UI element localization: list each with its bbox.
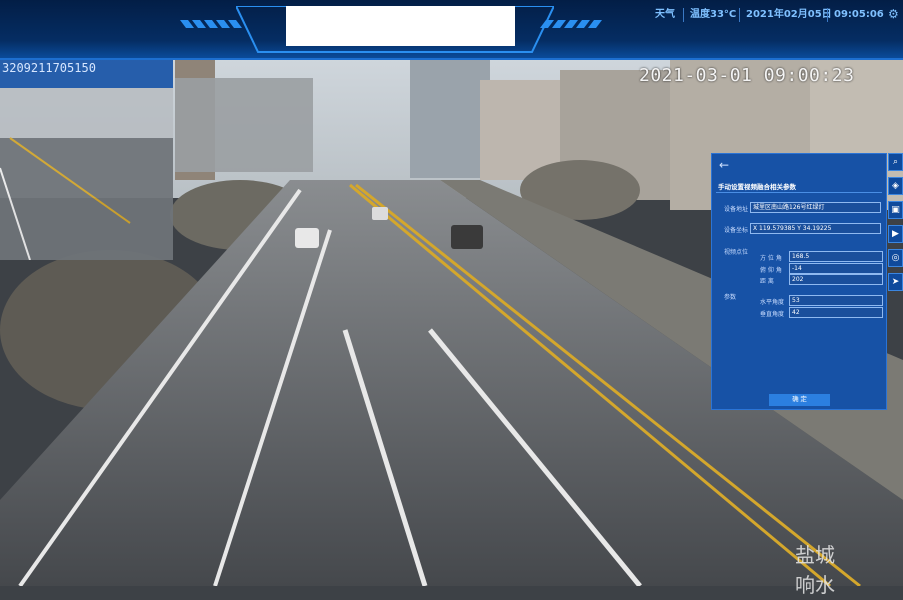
vertical-angle-label: 垂直角度	[760, 311, 785, 318]
confirm-button[interactable]: 确 定	[769, 394, 830, 406]
horizontal-angle-field[interactable]: 53	[789, 295, 883, 306]
divider	[827, 8, 828, 22]
vertical-angle-field[interactable]: 42	[789, 307, 883, 318]
pip-camera-code: 3209211705150	[2, 61, 96, 75]
video-point-label: 视频点位	[724, 249, 749, 256]
camera-pip-view[interactable]	[0, 58, 173, 261]
pitch-label: 俯 仰 角	[760, 267, 782, 274]
arrow-left-icon[interactable]: ←	[719, 158, 729, 172]
monitor-icon[interactable]: ▣	[888, 201, 903, 219]
pitch-field[interactable]: -14	[789, 263, 883, 274]
date-readout: 2021年02月05日	[746, 9, 832, 20]
search-icon[interactable]: ⌕	[888, 153, 903, 171]
panel-title: 手动设置视频融合相关参数	[718, 183, 796, 191]
device-address-field[interactable]: 城里区南山路126号红绿灯	[750, 202, 881, 213]
device-coords-label: 设备坐标	[724, 227, 749, 234]
device-coords-field[interactable]: X 119.579385 Y 34.19225	[750, 223, 881, 234]
azimuth-label: 方 位 角	[760, 255, 782, 262]
camera-icon[interactable]: ▶	[888, 225, 903, 243]
distance-label: 距 离	[760, 278, 774, 285]
pip-road-image	[0, 88, 173, 261]
watermark-line2: 响水	[795, 573, 835, 597]
azimuth-field[interactable]: 168.5	[789, 251, 883, 262]
layers-icon[interactable]: ◈	[888, 177, 903, 195]
app-title-box	[286, 6, 515, 46]
top-header-bar: 天气 温度33°C 2021年02月05日 09:05:06 ⚙	[0, 0, 903, 60]
send-icon[interactable]: ➤	[888, 273, 903, 291]
params-label: 参数	[724, 294, 737, 301]
divider	[739, 8, 740, 22]
temperature-readout: 温度33°C	[690, 9, 737, 20]
video-timestamp: 2021-03-01 09:00:23	[639, 65, 855, 86]
globe-icon[interactable]: ◎	[888, 249, 903, 267]
horizontal-angle-label: 水平角度	[760, 299, 785, 306]
watermark-line1: 盐城	[795, 543, 835, 567]
time-readout: 09:05:06	[834, 9, 884, 20]
divider	[683, 8, 684, 22]
distance-field[interactable]: 202	[789, 274, 883, 285]
video-fusion-params-panel: ← 手动设置视频融合相关参数 设备地址 城里区南山路126号红绿灯 设备坐标 X…	[711, 153, 887, 410]
gear-icon[interactable]: ⚙	[888, 7, 899, 21]
device-address-label: 设备地址	[724, 206, 749, 213]
weather-label: 天气	[655, 9, 675, 20]
location-watermark: 盐城 响水	[795, 540, 835, 600]
divider	[716, 192, 882, 193]
